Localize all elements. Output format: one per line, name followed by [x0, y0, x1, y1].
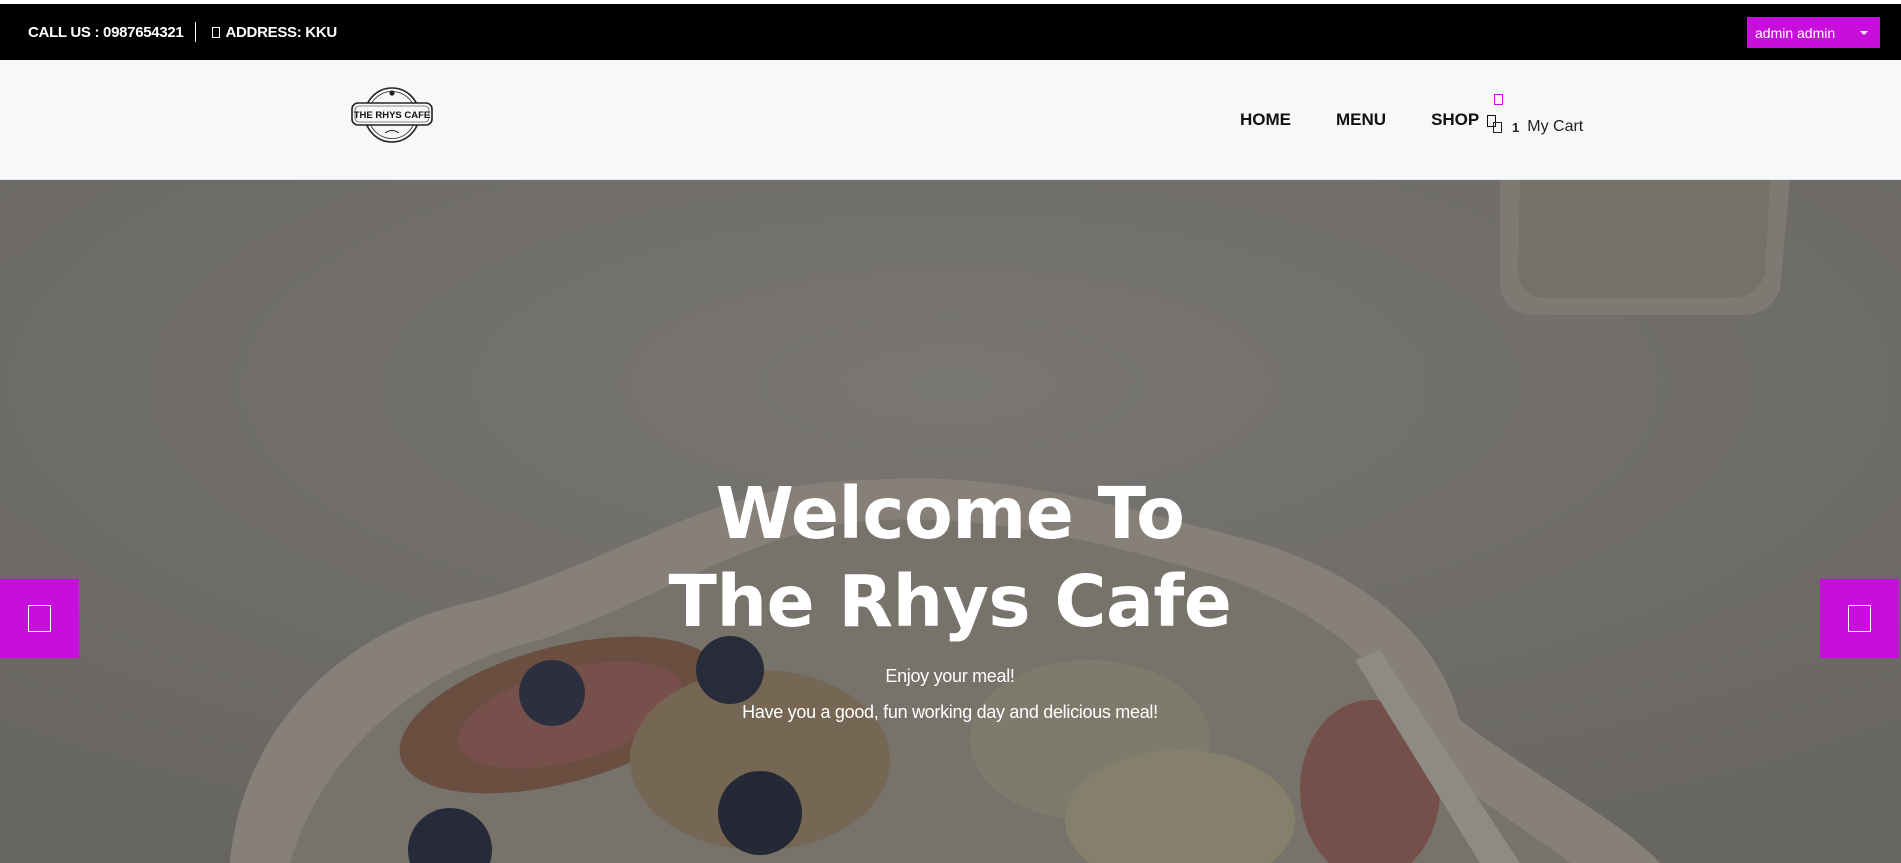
hero-subtitle-line2: Have you a good, fun working day and del… — [742, 702, 1158, 722]
hero-title-line1: Welcome To — [715, 472, 1185, 555]
cart-widget[interactable]: 1 My Cart — [1493, 94, 1583, 136]
slider-prev-button[interactable] — [0, 579, 79, 658]
site-logo[interactable]: THE RHYS CAFE — [350, 84, 434, 146]
caret-down-icon — [1860, 31, 1868, 35]
hero-title: Welcome To The Rhys Cafe — [0, 470, 1900, 646]
arrow-left-icon — [28, 605, 51, 632]
cart-count: 1 — [1512, 119, 1520, 135]
address-text: ADDRESS: KKU — [225, 23, 337, 41]
cart-link[interactable]: 1 My Cart — [1493, 118, 1583, 136]
hero-subtitle-line1: Enjoy your meal! — [885, 666, 1015, 686]
hero-slider: Welcome To The Rhys Cafe Enjoy your meal… — [0, 180, 1901, 863]
cart-icon[interactable] — [1494, 94, 1503, 105]
nav-shop[interactable]: SHOP — [1431, 110, 1479, 130]
bag-icon — [1493, 121, 1502, 133]
location-icon — [212, 26, 221, 38]
cart-label: My Cart — [1527, 118, 1584, 135]
account-dropdown[interactable]: admin admin — [1746, 16, 1881, 49]
main-nav: HOME MENU SHOP — [1240, 60, 1510, 180]
site-header: THE RHYS CAFE HOME MENU SHOP 1 My Cart — [0, 60, 1901, 180]
hero-title-line2: The Rhys Cafe — [668, 560, 1232, 643]
logo-graphic: THE RHYS CAFE — [351, 87, 433, 143]
nav-menu[interactable]: MENU — [1336, 110, 1386, 130]
nav-home[interactable]: HOME — [1240, 110, 1291, 130]
contact-divider — [195, 22, 197, 42]
contact-info: CALL US : 0987654321 ADDRESS: KKU — [28, 4, 337, 60]
phone-text: CALL US : 0987654321 — [28, 23, 184, 41]
account-label: admin admin — [1755, 24, 1836, 41]
slider-next-button[interactable] — [1820, 579, 1899, 658]
top-bar: CALL US : 0987654321 ADDRESS: KKU admin … — [0, 4, 1901, 60]
hero-subtitle: Enjoy your meal! Have you a good, fun wo… — [0, 658, 1900, 730]
arrow-right-icon — [1848, 605, 1871, 632]
logo-text: THE RHYS CAFE — [354, 110, 431, 121]
